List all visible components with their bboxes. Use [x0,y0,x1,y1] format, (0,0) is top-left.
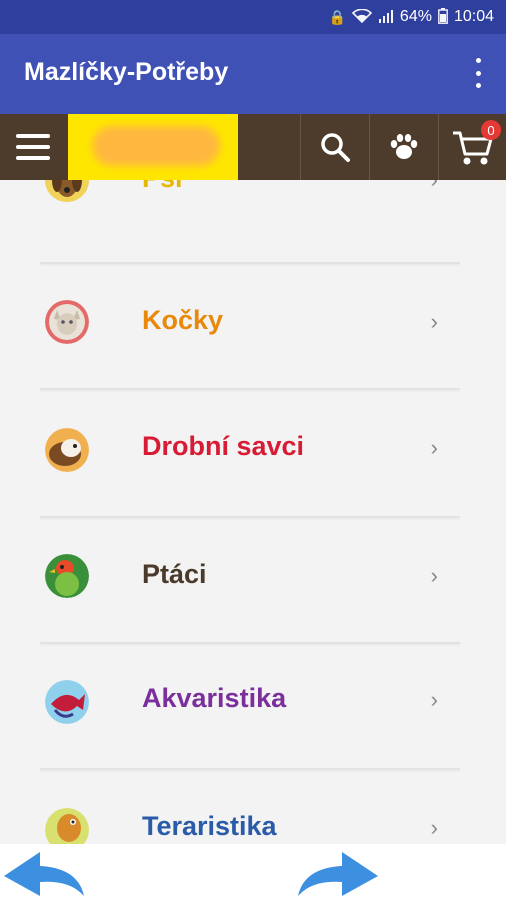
category-label: Akvaristika [142,683,287,713]
category-dogs[interactable]: Psi › [0,180,506,246]
battery-icon [438,7,448,27]
shop-toolbar: 0 [0,114,506,180]
back-arrow-icon[interactable] [0,848,90,898]
chevron-right-icon: › [430,309,438,334]
category-birds[interactable]: Ptáci › [0,518,506,644]
category-aquaristics[interactable]: Akvaristika › [0,644,506,770]
wifi-icon [351,8,373,26]
clock: 10:04 [453,8,494,25]
cat-avatar [45,300,89,344]
cart-button[interactable]: 0 [438,114,506,180]
dog-avatar [45,180,89,202]
status-bar: 🔒 64% 10:04 [0,0,506,34]
shop-logo[interactable] [68,114,238,180]
guinea-pig-avatar [45,428,89,472]
overflow-menu-icon[interactable] [468,58,488,88]
chevron-right-icon: › [430,563,438,588]
category-small-mammals[interactable]: Drobní savci › [0,390,506,516]
cart-count-badge: 0 [481,120,501,140]
category-cats[interactable]: Kočky › [0,264,506,390]
search-icon [321,133,350,162]
pets-button[interactable] [369,114,438,180]
chevron-right-icon: › [430,687,438,712]
fish-avatar [45,680,89,724]
app-bar: Mazlíčky-Potřeby [0,34,506,114]
chevron-right-icon: › [431,180,438,193]
bottom-navigation [0,844,506,900]
reptile-avatar [45,808,89,844]
category-label: Psi [142,180,183,194]
category-label: Ptáci [142,559,207,589]
search-button[interactable] [300,114,369,180]
app-title: Mazlíčky-Potřeby [24,58,229,86]
bird-avatar [45,554,89,598]
menu-icon[interactable] [0,114,66,180]
category-label: Kočky [142,305,224,335]
category-list: Psi › Kočky › Drobní savci › Ptáci › Akv… [0,180,506,844]
battery-percent: 64% [399,8,432,25]
category-terraristics[interactable]: Teraristika › [0,770,506,844]
chevron-right-icon: › [430,815,438,840]
category-label: Teraristika [142,811,277,841]
forward-arrow-icon[interactable] [292,848,382,898]
paw-icon [390,134,418,159]
category-label: Drobní savci [142,431,305,461]
signal-icon [378,9,394,26]
notification-icon: 🔒 [328,8,346,25]
chevron-right-icon: › [430,435,438,460]
